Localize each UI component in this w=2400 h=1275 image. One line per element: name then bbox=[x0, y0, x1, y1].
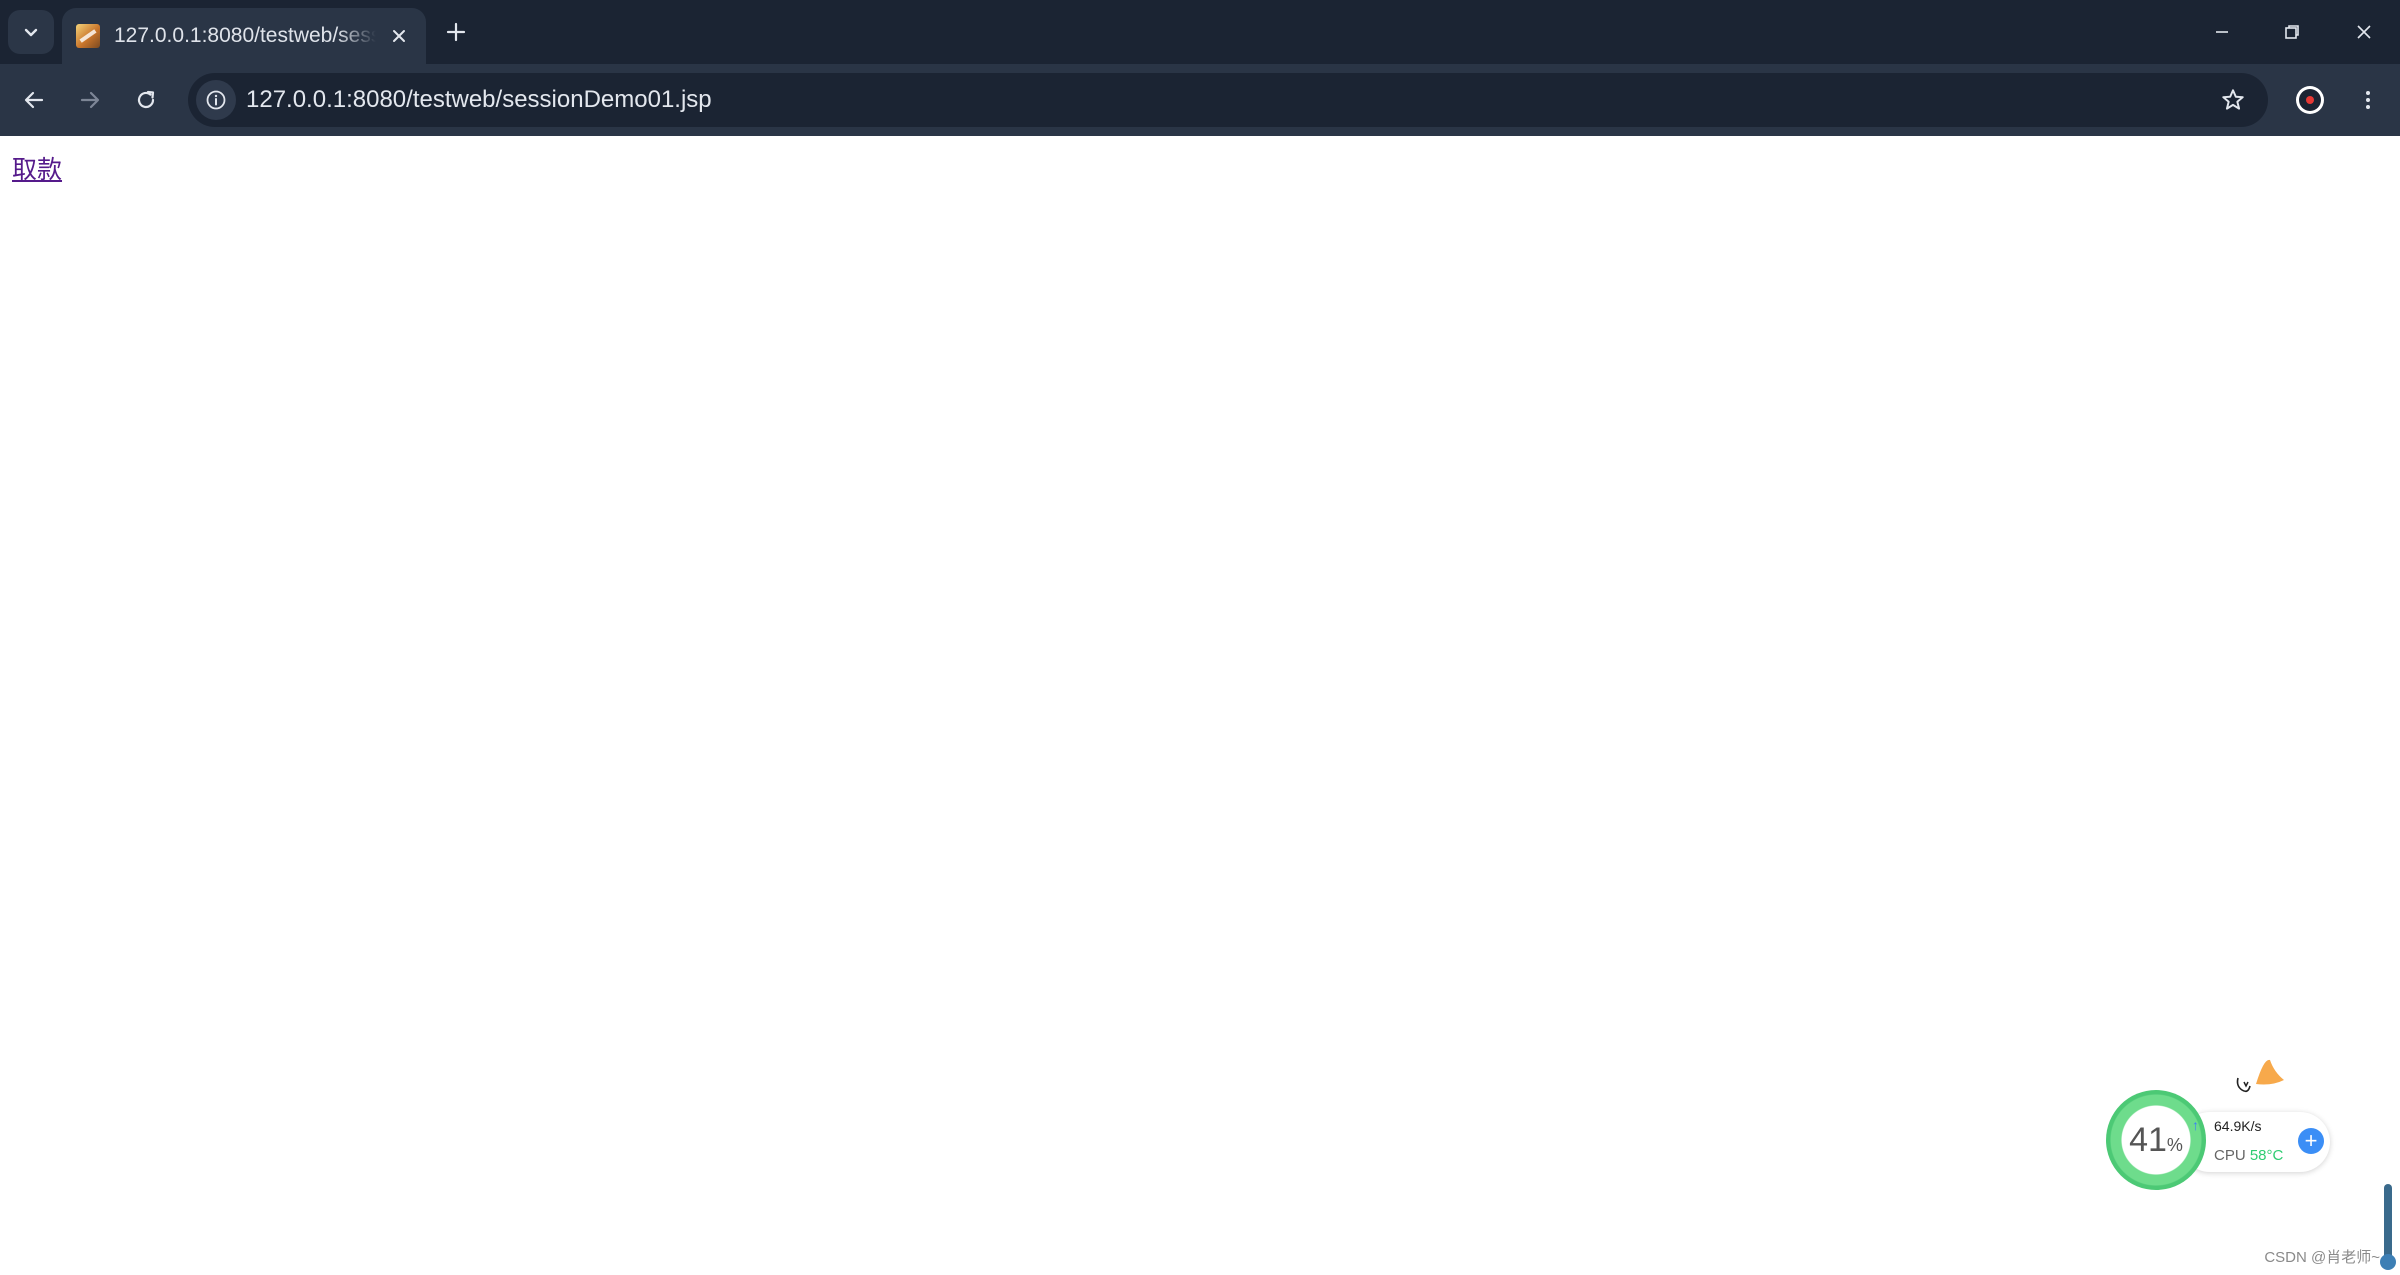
tomcat-favicon-icon bbox=[76, 24, 100, 48]
cat-mascot-icon bbox=[2236, 1059, 2284, 1093]
upload-arrow-icon: ↑ bbox=[2192, 1117, 2199, 1133]
arrow-right-icon bbox=[80, 91, 100, 109]
arrow-left-icon bbox=[24, 91, 44, 109]
tab-close-button[interactable] bbox=[382, 19, 416, 53]
watermark: CSDN @肖老师~ bbox=[2264, 1249, 2380, 1266]
restore-icon bbox=[2285, 25, 2299, 39]
browser-menu-button[interactable] bbox=[2348, 80, 2388, 120]
new-tab-button[interactable] bbox=[436, 12, 476, 52]
minimize-icon bbox=[2216, 31, 2228, 33]
usage-ring: 41 % bbox=[2106, 1090, 2206, 1190]
cpu-temperature: 58°C bbox=[2249, 1147, 2284, 1164]
record-extension-icon bbox=[2296, 86, 2324, 114]
active-tab[interactable]: 127.0.0.1:8080/testweb/sessionDemo01.jsp bbox=[62, 8, 426, 64]
url-text: 127.0.0.1:8080/testweb/sessionDemo01.jsp bbox=[246, 86, 712, 113]
bookmark-button[interactable] bbox=[2216, 83, 2250, 117]
site-info-button[interactable] bbox=[196, 80, 236, 120]
reload-button[interactable] bbox=[124, 78, 168, 122]
usage-unit: % bbox=[2166, 1134, 2183, 1155]
more-vertical-icon bbox=[2366, 91, 2370, 109]
widget-plus-button[interactable]: + bbox=[2298, 1128, 2324, 1154]
minimize-button[interactable] bbox=[2186, 0, 2258, 64]
side-scroll-knob[interactable] bbox=[2380, 1254, 2396, 1270]
back-button[interactable] bbox=[12, 78, 56, 122]
restore-button[interactable] bbox=[2256, 0, 2328, 64]
cpu-label: CPU bbox=[2214, 1147, 2246, 1164]
system-monitor-widget[interactable]: 41 % ↑ 64.9K/s CPU 58°C + bbox=[2100, 1050, 2340, 1200]
side-scroll-handle[interactable] bbox=[2384, 1184, 2392, 1264]
close-icon bbox=[393, 30, 405, 42]
browser-toolbar: 127.0.0.1:8080/testweb/sessionDemo01.jsp bbox=[0, 64, 2400, 136]
cpu-readout: CPU 58°C bbox=[2214, 1147, 2283, 1164]
tab-strip: 127.0.0.1:8080/testweb/sessionDemo01.jsp bbox=[0, 0, 2400, 64]
withdraw-link[interactable]: 取款 bbox=[12, 150, 62, 186]
window-close-button[interactable] bbox=[2328, 0, 2400, 64]
address-bar[interactable]: 127.0.0.1:8080/testweb/sessionDemo01.jsp bbox=[188, 73, 2268, 127]
reload-icon bbox=[137, 90, 155, 109]
info-icon bbox=[206, 90, 226, 110]
plus-icon bbox=[446, 22, 466, 42]
extension-button[interactable] bbox=[2290, 80, 2330, 120]
forward-button[interactable] bbox=[68, 78, 112, 122]
usage-value: 41 bbox=[2129, 1120, 2167, 1159]
tab-search-button[interactable] bbox=[8, 10, 54, 54]
close-icon bbox=[2357, 25, 2371, 39]
tab-title: 127.0.0.1:8080/testweb/sessionDemo01.jsp bbox=[114, 24, 376, 47]
network-speed: 64.9K/s bbox=[2214, 1118, 2262, 1134]
chevron-down-icon bbox=[24, 28, 38, 37]
star-icon bbox=[2222, 89, 2244, 110]
